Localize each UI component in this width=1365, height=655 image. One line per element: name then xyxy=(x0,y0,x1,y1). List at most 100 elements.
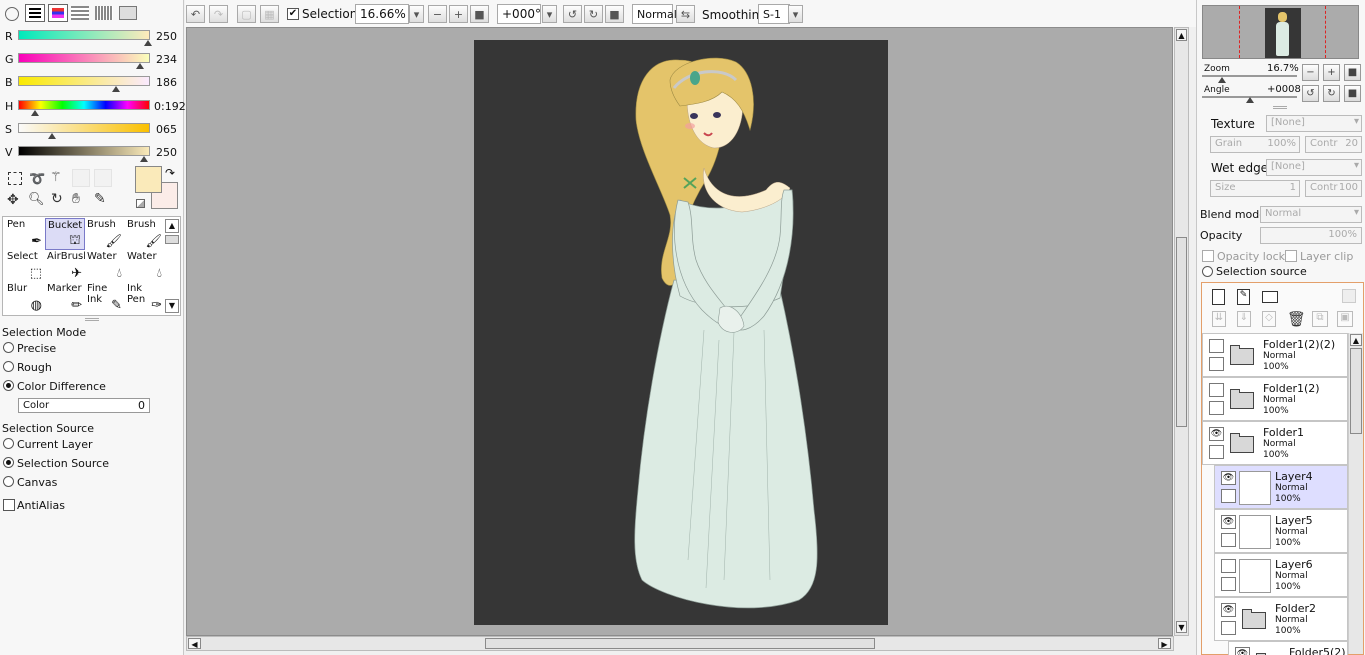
move-icon[interactable]: ✥ xyxy=(7,192,19,208)
nav-zoom-in-button[interactable]: + xyxy=(1323,64,1340,81)
layer-row[interactable]: Folder1(2) Normal 100% xyxy=(1202,377,1348,421)
primary-color-swatch[interactable] xyxy=(135,166,162,193)
tool-pen[interactable]: Pen ✒ xyxy=(5,218,45,250)
layer-lock-toggle[interactable] xyxy=(1221,577,1236,591)
horizontal-scroll-thumb[interactable] xyxy=(485,638,875,649)
opacity-lock-checkbox[interactable] xyxy=(1202,250,1214,262)
size-field[interactable]: Size 1 xyxy=(1210,180,1300,197)
contr-field[interactable]: Contr 20 xyxy=(1305,136,1362,153)
scroll-up-arrow[interactable]: ▲ xyxy=(1176,29,1187,41)
layer-lock-toggle[interactable] xyxy=(1221,533,1236,547)
transfer-down-icon[interactable]: ⇊ xyxy=(1212,311,1226,327)
navigator-preview[interactable] xyxy=(1202,5,1359,59)
magic-wand-icon[interactable]: ⚚ xyxy=(50,170,62,185)
tool-select[interactable]: Select ⬚ xyxy=(5,250,45,282)
layer-row[interactable]: 👁︎ Folder5(2) xyxy=(1228,641,1348,655)
color-wheel-tab[interactable] xyxy=(5,7,19,21)
current-layer-radio[interactable] xyxy=(3,438,14,449)
new-folder-icon[interactable] xyxy=(1262,291,1278,303)
tool-bucket[interactable]: Bucket ⛫ xyxy=(45,218,85,250)
tool-ink-pen[interactable]: Ink Pen ✑ xyxy=(125,282,165,314)
b-slider[interactable] xyxy=(18,76,150,86)
precise-radio[interactable] xyxy=(3,342,14,353)
layer-row[interactable]: 👁︎ Folder2 Normal 100% xyxy=(1214,597,1348,641)
hsv-slider-tab[interactable] xyxy=(48,4,68,22)
layer-lock-toggle[interactable] xyxy=(1209,445,1224,459)
zoom-out-button[interactable]: − xyxy=(428,5,447,23)
layer-lock-toggle[interactable] xyxy=(1221,621,1236,635)
r-thumb[interactable] xyxy=(144,40,152,46)
scratchpad-tab[interactable] xyxy=(119,6,137,20)
transparent-color-icon[interactable] xyxy=(136,199,145,208)
layer-lock-toggle[interactable] xyxy=(1209,401,1224,415)
drawing-canvas[interactable] xyxy=(474,40,888,625)
tool-brush[interactable]: Brush 🖌︎ xyxy=(125,218,165,250)
panel-settings-icon[interactable] xyxy=(1342,289,1356,303)
splitter-grip[interactable] xyxy=(85,318,99,321)
g-slider[interactable] xyxy=(18,53,150,63)
layer-row[interactable]: 👁︎ Layer4 Normal 100% xyxy=(1214,465,1348,509)
nav-zoom-out-button[interactable]: − xyxy=(1302,64,1319,81)
eye-icon[interactable]: 👁︎ xyxy=(1221,603,1236,617)
eye-icon[interactable]: 👁︎ xyxy=(1221,471,1236,485)
tool-blur[interactable]: Blur ◍ xyxy=(5,282,45,314)
swap-colors-icon[interactable]: ↷ xyxy=(165,166,175,180)
h-slider[interactable] xyxy=(18,100,150,110)
b-thumb[interactable] xyxy=(112,86,120,92)
selection-source-radio[interactable] xyxy=(1202,266,1213,277)
layer-lock-toggle[interactable] xyxy=(1209,357,1224,371)
flip-horizontal-button[interactable]: ⇆ xyxy=(676,5,695,23)
layer-row[interactable]: Layer6 Normal 100% xyxy=(1214,553,1348,597)
tool-airbrush[interactable]: AirBrush ✈︎ xyxy=(45,250,85,282)
rough-radio[interactable] xyxy=(3,361,14,372)
texture-dropdown[interactable]: [None] ▾ xyxy=(1266,115,1362,132)
color-difference-radio[interactable] xyxy=(3,380,14,391)
g-thumb[interactable] xyxy=(136,63,144,69)
wet-edge-dropdown[interactable]: [None] ▾ xyxy=(1266,159,1362,176)
tool-scroll-up[interactable]: ▲ xyxy=(165,219,179,233)
flatten-icon[interactable]: ▣ xyxy=(1337,311,1353,327)
r-slider[interactable] xyxy=(18,30,150,40)
redo-button[interactable]: ↷ xyxy=(209,5,228,23)
smoothing-field[interactable]: S-1 xyxy=(758,4,790,24)
tool-water[interactable]: Water 💧︎ xyxy=(125,250,165,282)
color-difference-slider[interactable]: Color 0 xyxy=(18,398,150,413)
merge-down-icon[interactable]: ⇓ xyxy=(1237,311,1251,327)
vertical-scroll-thumb[interactable] xyxy=(1176,237,1187,427)
visibility-toggle[interactable] xyxy=(1209,339,1224,353)
opacity-field[interactable]: 100% xyxy=(1260,227,1362,244)
rect-select-icon[interactable] xyxy=(8,172,22,185)
swatch-list-tab[interactable] xyxy=(71,6,89,20)
nav-zoom-slider[interactable] xyxy=(1202,75,1297,77)
nav-rotate-right-button[interactable]: ↻ xyxy=(1323,85,1340,102)
layer-lock-toggle[interactable] xyxy=(1221,489,1236,503)
lasso-icon[interactable]: ➰ xyxy=(29,172,45,187)
tool-fine-ink[interactable]: Fine Ink ✎ xyxy=(85,282,125,314)
zoom-field[interactable]: 16.66% xyxy=(355,4,409,24)
zoom-reset-button[interactable]: ■ xyxy=(470,5,489,23)
angle-field[interactable]: +000° xyxy=(497,4,541,24)
new-linework-layer-icon[interactable]: ✎ xyxy=(1237,289,1250,305)
tool-scroll-thumb[interactable] xyxy=(165,235,179,244)
undo-button[interactable]: ↶ xyxy=(186,5,205,23)
zoom-icon[interactable]: 🔍︎ xyxy=(28,192,45,207)
rotate-left-button[interactable]: ↺ xyxy=(563,5,582,23)
zoom-in-button[interactable]: + xyxy=(449,5,468,23)
rotate-right-button[interactable]: ↻ xyxy=(584,5,603,23)
zoom-dropdown-button[interactable]: ▾ xyxy=(409,5,424,23)
splitter-grip[interactable] xyxy=(1273,106,1287,109)
visibility-toggle[interactable] xyxy=(1209,383,1224,397)
merge-visible-icon[interactable]: ⧉ xyxy=(1312,311,1328,327)
nav-angle-thumb[interactable] xyxy=(1246,97,1254,103)
layer-row[interactable]: Folder1(2)(2) Normal 100% xyxy=(1202,333,1348,377)
eye-icon[interactable]: 👁︎ xyxy=(1235,647,1250,655)
scroll-right-arrow[interactable]: ▶ xyxy=(1158,638,1171,649)
angle-dropdown-button[interactable]: ▾ xyxy=(542,5,557,23)
hand-icon[interactable]: ✋︎ xyxy=(72,191,80,207)
selection-source-radio[interactable] xyxy=(3,457,14,468)
tool-water[interactable]: Water 💧︎ xyxy=(85,250,125,282)
nav-zoom-thumb[interactable] xyxy=(1218,77,1226,83)
v-slider[interactable] xyxy=(18,146,150,156)
layer-scroll-thumb[interactable] xyxy=(1350,348,1362,434)
rotate-icon[interactable]: ↻ xyxy=(51,191,63,207)
